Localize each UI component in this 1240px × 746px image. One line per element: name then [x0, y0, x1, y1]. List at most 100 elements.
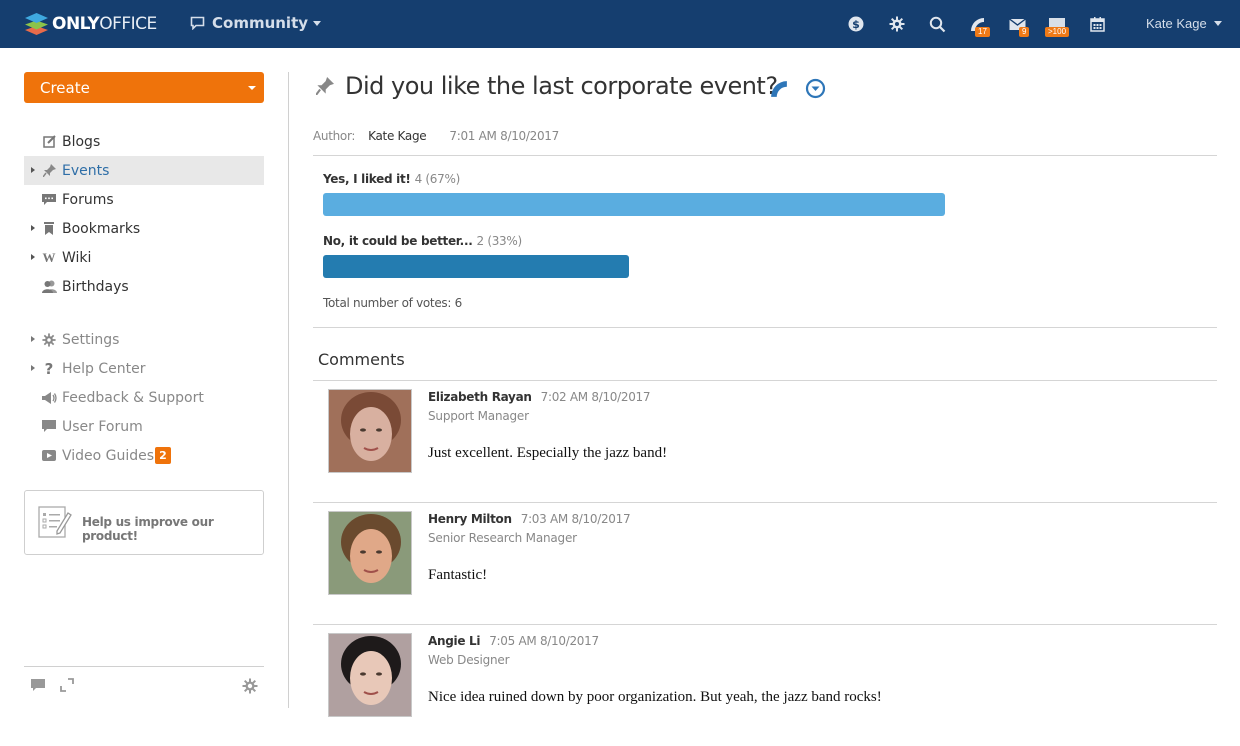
sidebar-item-label: Birthdays: [62, 278, 129, 295]
expand-arrow-icon[interactable]: [31, 225, 35, 231]
comment-item: Angie Li 7:05 AM 8/10/2017 Web Designer N…: [313, 624, 1217, 746]
chat-icon[interactable]: [30, 678, 46, 694]
mail-icon[interactable]: 9: [1007, 14, 1030, 37]
talk-icon[interactable]: >100: [1045, 14, 1070, 37]
sidebar-item-wiki[interactable]: W Wiki: [24, 243, 264, 272]
comment-author[interactable]: Elizabeth Rayan 7:02 AM 8/10/2017: [428, 390, 651, 404]
subscribe-icon[interactable]: [770, 80, 788, 103]
forum-icon: [41, 192, 57, 208]
question-icon: ?: [44, 359, 54, 378]
help-improve-label: Help us improve our product!: [82, 515, 214, 543]
sidebar: Create Blogs Events Forums Bookmarks W W…: [24, 48, 264, 708]
comment-item: Henry Milton 7:03 AM 8/10/2017 Senior Res…: [313, 502, 1217, 624]
logo-icon: [24, 12, 49, 36]
logo-text: ONLYOFFICE: [52, 14, 157, 34]
sidebar-item-label: Blogs: [62, 133, 101, 150]
sidebar-item-user-forum[interactable]: User Forum: [24, 412, 264, 441]
sidebar-item-bookmarks[interactable]: Bookmarks: [24, 214, 264, 243]
actions-menu-icon[interactable]: [805, 78, 826, 104]
comment-author-role: Support Manager: [428, 409, 529, 423]
page-title: Did you like the last corporate event?: [345, 72, 778, 100]
comment-time: 7:05 AM 8/10/2017: [489, 634, 599, 648]
settings-icon[interactable]: [887, 14, 907, 34]
event-time: 7:01 AM 8/10/2017: [449, 129, 559, 143]
sidebar-item-feedback[interactable]: Feedback & Support: [24, 383, 264, 412]
pin-icon: [41, 163, 57, 179]
sidebar-footer-divider: [24, 666, 264, 667]
create-button[interactable]: Create: [24, 72, 264, 103]
comment-author-role: Senior Research Manager: [428, 531, 577, 545]
chat-icon: [41, 419, 57, 435]
svg-text:$: $: [852, 18, 860, 31]
sidebar-item-birthdays[interactable]: Birthdays: [24, 272, 264, 301]
avatar-image: [329, 512, 411, 594]
user-name: Kate Kage: [1146, 16, 1207, 31]
sidebar-item-label: Bookmarks: [62, 220, 141, 237]
poll-bar-yes: [323, 193, 945, 216]
sidebar-item-label: Wiki: [62, 249, 92, 266]
comment-author[interactable]: Henry Milton 7:03 AM 8/10/2017: [428, 512, 631, 526]
expand-arrow-icon[interactable]: [31, 365, 35, 371]
survey-icon: [38, 505, 72, 544]
blog-icon: [41, 134, 57, 150]
avatar[interactable]: [328, 389, 412, 473]
avatar-image: [329, 390, 411, 472]
comment-author[interactable]: Angie Li 7:05 AM 8/10/2017: [428, 634, 599, 648]
sidebar-item-settings[interactable]: Settings: [24, 325, 264, 354]
help-improve-banner[interactable]: Help us improve our product!: [24, 490, 264, 555]
feed-badge: 17: [975, 27, 990, 37]
talk-badge: >100: [1045, 27, 1070, 37]
people-icon: [41, 279, 57, 295]
wiki-icon: W: [42, 249, 56, 265]
onlyoffice-logo[interactable]: ONLYOFFICE: [24, 12, 157, 36]
feed-icon[interactable]: 17: [967, 14, 990, 37]
calendar-icon[interactable]: [1087, 14, 1107, 34]
comment-text: Nice idea ruined down by poor organizati…: [428, 689, 882, 705]
poll-bar-no: [323, 255, 629, 278]
author-name[interactable]: Kate Kage: [368, 129, 427, 143]
sidebar-item-events[interactable]: Events: [24, 156, 264, 185]
expand-icon[interactable]: [60, 678, 76, 694]
comment-author-role: Web Designer: [428, 653, 510, 667]
divider: [313, 327, 1217, 328]
event-header: Did you like the last corporate event?: [313, 72, 1217, 104]
sidebar-item-label: Settings: [62, 331, 120, 348]
bookmark-icon: [41, 221, 57, 237]
megaphone-icon: [41, 390, 57, 406]
sidebar-item-label: Feedback & Support: [62, 389, 204, 406]
sidebar-item-blogs[interactable]: Blogs: [24, 127, 264, 156]
video-guides-badge: 2: [155, 447, 171, 464]
expand-arrow-icon[interactable]: [31, 254, 35, 260]
expand-arrow-icon[interactable]: [31, 167, 35, 173]
video-icon: [41, 448, 57, 464]
module-label: Community: [212, 14, 309, 32]
avatar[interactable]: [328, 511, 412, 595]
sidebar-item-video-guides[interactable]: Video Guides 2: [24, 441, 264, 470]
poll-answer-label: Yes, I liked it! 4 (67%): [323, 172, 460, 186]
sidebar-item-label: Events: [62, 162, 110, 179]
sidebar-item-forums[interactable]: Forums: [24, 185, 264, 214]
sidebar-item-label: Video Guides: [62, 447, 155, 464]
comment-text: Just excellent. Especially the jazz band…: [428, 445, 668, 461]
search-icon[interactable]: [927, 14, 947, 34]
gear-icon: [41, 332, 57, 348]
top-navbar: ONLYOFFICE Community $ 17 9 >100 Kate Ka…: [0, 0, 1240, 48]
avatar-image: [329, 634, 411, 716]
mail-badge: 9: [1019, 27, 1030, 37]
sidebar-divider: [288, 72, 289, 708]
divider: [313, 155, 1217, 156]
gear-icon[interactable]: [242, 678, 258, 694]
comment-time: 7:03 AM 8/10/2017: [520, 512, 631, 526]
sidebar-item-help-center[interactable]: ? Help Center: [24, 354, 264, 383]
payments-icon[interactable]: $: [846, 14, 866, 34]
module-switcher[interactable]: Community: [190, 14, 322, 32]
sidebar-item-label: User Forum: [62, 418, 143, 435]
pin-icon: [315, 77, 334, 100]
user-menu[interactable]: Kate Kage: [1146, 16, 1222, 31]
comment-time: 7:02 AM 8/10/2017: [540, 390, 651, 404]
author-label: Author:: [313, 129, 356, 143]
chevron-down-icon: [313, 20, 322, 26]
module-nav: Blogs Events Forums Bookmarks W Wiki Bir…: [24, 127, 264, 301]
expand-arrow-icon[interactable]: [31, 336, 35, 342]
avatar[interactable]: [328, 633, 412, 717]
